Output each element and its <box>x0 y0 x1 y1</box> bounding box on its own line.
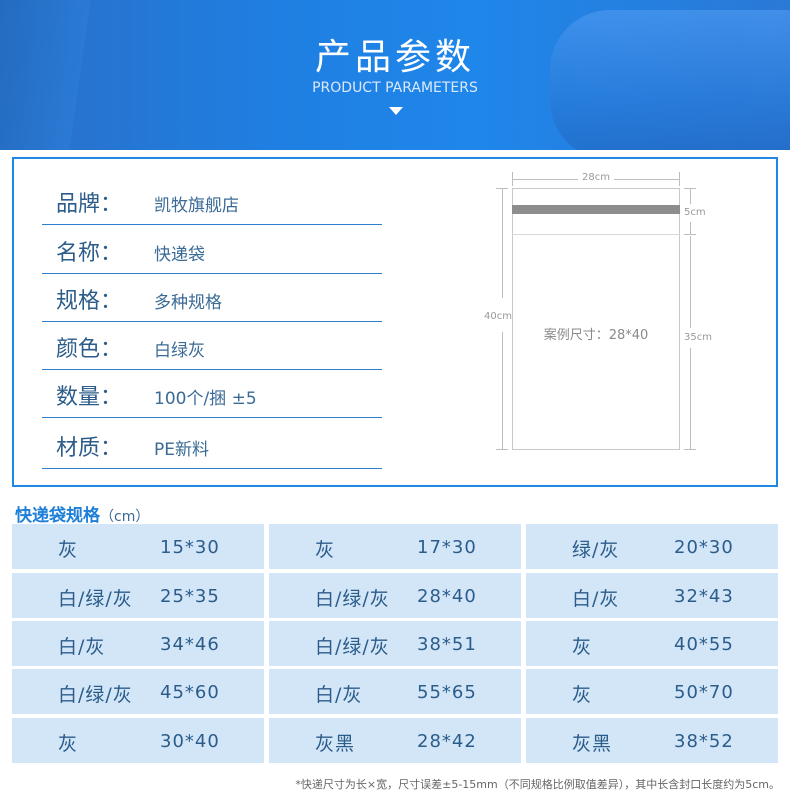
spec-color: 灰 <box>315 539 336 561</box>
spec-color: 灰黑 <box>572 733 613 755</box>
sample-size-label: 案例尺寸：28*40 <box>543 328 649 343</box>
spec-color: 灰黑 <box>315 733 356 755</box>
spec-color: 绿/灰 <box>572 539 620 561</box>
spec-size: 15*30 <box>160 537 220 558</box>
spec-cell: 灰黑 38*52 <box>526 718 778 763</box>
spec-cell: 灰 50*70 <box>526 669 778 714</box>
spec-color: 灰 <box>572 636 593 658</box>
spec-size: 38*51 <box>417 634 477 655</box>
spec-color: 白/灰 <box>315 684 363 706</box>
spec-cell: 灰黑 28*42 <box>269 718 521 763</box>
dimension-line <box>512 179 578 180</box>
spec-size: 25*35 <box>160 586 220 607</box>
spec-cell: 绿/灰 20*30 <box>526 524 778 569</box>
spec-cell: 白/灰 34*46 <box>12 621 264 666</box>
spec-size: 55*65 <box>417 682 477 703</box>
param-key: 材质： <box>56 436 123 461</box>
spec-color: 灰 <box>58 539 79 561</box>
spec-size: 50*70 <box>674 682 734 703</box>
param-row-color: 颜色： 白绿灰 <box>42 321 382 370</box>
spec-color: 白/灰 <box>58 636 106 658</box>
spec-title-text: 快递袋规格 <box>15 506 100 526</box>
dimension-line <box>690 236 691 328</box>
param-value: 凯牧旗舰店 <box>154 196 239 216</box>
spec-color: 白/绿/灰 <box>315 636 390 658</box>
spec-size: 17*30 <box>417 537 477 558</box>
dimension-tick <box>496 449 508 450</box>
param-key: 品牌： <box>56 192 123 217</box>
spec-color: 灰 <box>572 684 593 706</box>
dimension-line <box>690 188 691 204</box>
spec-size: 38*52 <box>674 731 734 752</box>
spec-cell: 灰 30*40 <box>12 718 264 763</box>
spec-size: 45*60 <box>160 682 220 703</box>
param-value: 多种规格 <box>154 293 222 313</box>
param-key: 名称： <box>56 241 123 266</box>
param-row-quantity: 数量： 100个/捆 ±5 <box>42 369 382 418</box>
spec-size: 28*40 <box>417 586 477 607</box>
triangle-down-icon <box>389 107 403 115</box>
spec-size: 34*46 <box>160 634 220 655</box>
spec-cell: 白/灰 32*43 <box>526 573 778 618</box>
param-value: 白绿灰 <box>154 341 205 361</box>
spec-cell: 灰 40*55 <box>526 621 778 666</box>
width-label: 28cm <box>582 172 610 183</box>
spec-color: 白/绿/灰 <box>315 588 390 610</box>
param-value: PE新料 <box>154 440 209 460</box>
dimension-tick <box>684 234 696 235</box>
dimension-line <box>502 332 503 449</box>
spec-size: 30*40 <box>160 731 220 752</box>
dimension-line <box>690 222 691 234</box>
param-value: 100个/捆 ±5 <box>154 389 257 409</box>
spec-color: 白/绿/灰 <box>58 588 133 610</box>
param-row-name: 名称： 快递袋 <box>42 225 382 274</box>
spec-cell: 白/绿/灰 45*60 <box>12 669 264 714</box>
param-row-spec: 规格： 多种规格 <box>42 273 382 322</box>
spec-color: 白/绿/灰 <box>58 684 133 706</box>
bag-dimension-diagram: 28cm 案例尺寸：28*40 40cm 5cm 35cm <box>470 162 720 462</box>
height-label: 40cm <box>484 311 512 322</box>
footnote: *快递尺寸为长×宽，尺寸误差±5-15mm（不同规格比例取值差异），其中长含封口… <box>295 778 780 791</box>
spec-cell: 灰 17*30 <box>269 524 521 569</box>
param-row-brand: 品牌： 凯牧旗舰店 <box>42 176 382 225</box>
spec-cell: 灰 15*30 <box>12 524 264 569</box>
dimension-line <box>614 179 680 180</box>
dimension-line <box>690 348 691 449</box>
spec-cell: 白/绿/灰 28*40 <box>269 573 521 618</box>
spec-cell: 白/灰 55*65 <box>269 669 521 714</box>
dimension-line <box>502 188 503 298</box>
header-banner: 产品参数 PRODUCT PARAMETERS <box>0 0 790 150</box>
spec-cell: 白/绿/灰 25*35 <box>12 573 264 618</box>
parameters-panel: 品牌： 凯牧旗舰店 名称： 快递袋 规格： 多种规格 颜色： 白绿灰 数量： 1… <box>12 157 778 487</box>
dimension-tick <box>684 449 696 450</box>
seal-strip <box>512 205 680 214</box>
spec-size: 32*43 <box>674 586 734 607</box>
spec-size: 28*42 <box>417 731 477 752</box>
param-key: 数量： <box>56 385 123 410</box>
bag-outline <box>512 188 680 450</box>
banner-title: 产品参数 <box>314 37 475 78</box>
param-key: 规格： <box>56 289 123 314</box>
spec-color: 灰 <box>58 733 79 755</box>
spec-size: 40*55 <box>674 634 734 655</box>
spec-section-title: 快递袋规格（cm） <box>15 501 149 526</box>
param-row-material: 材质： PE新料 <box>42 420 382 469</box>
flap-line <box>512 234 680 235</box>
body-label: 35cm <box>684 332 712 343</box>
spec-cell: 白/绿/灰 38*51 <box>269 621 521 666</box>
param-key: 颜色： <box>56 337 123 362</box>
spec-unit: （cm） <box>100 509 150 525</box>
banner-subtitle: PRODUCT PARAMETERS <box>312 80 478 96</box>
spec-color: 白/灰 <box>572 588 620 610</box>
flap-label: 5cm <box>684 207 706 218</box>
spec-size: 20*30 <box>674 537 734 558</box>
param-value: 快递袋 <box>154 245 205 265</box>
